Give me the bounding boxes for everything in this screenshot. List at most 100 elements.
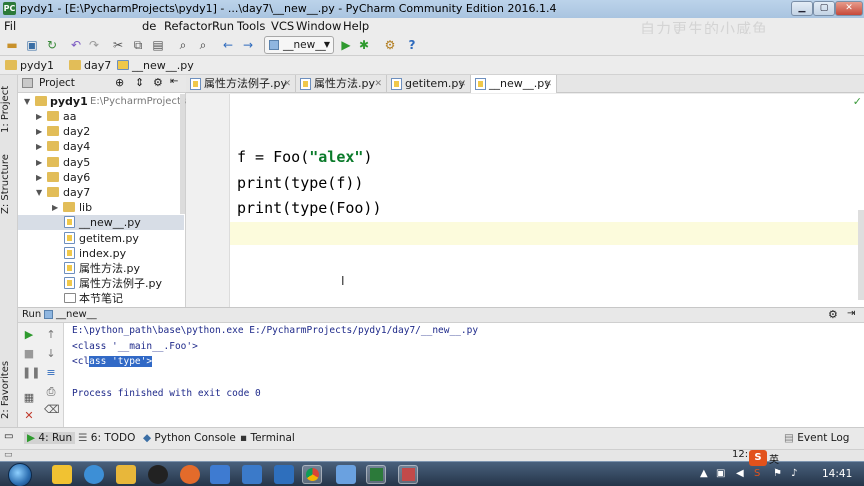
ime-language[interactable]: 英: [769, 451, 779, 466]
replace-icon[interactable]: ⌕: [195, 37, 211, 53]
tree-item-9[interactable]: index.py: [18, 246, 184, 261]
open-folder-icon[interactable]: ▬: [4, 37, 20, 53]
close-window-button[interactable]: ✕: [835, 1, 863, 16]
back-icon[interactable]: ←: [220, 37, 236, 53]
close-icon[interactable]: ✕: [283, 75, 291, 93]
toggle-tool-windows-icon[interactable]: ▭: [4, 431, 13, 442]
close-run-icon[interactable]: ✕: [22, 409, 36, 423]
tray-network-icon[interactable]: ▣: [716, 468, 725, 479]
taskbar-app-1[interactable]: [52, 465, 72, 484]
run-configuration-select[interactable]: __new__ ▼: [264, 36, 334, 54]
menu-window[interactable]: Window: [296, 19, 341, 33]
tree-item-11[interactable]: 属性方法例子.py: [18, 276, 184, 291]
minimize-button[interactable]: ▁: [791, 1, 813, 16]
code-editor[interactable]: f = Foo("alex") print(type(f)) print(typ…: [186, 94, 864, 307]
run-icon[interactable]: ▶: [338, 37, 354, 53]
forward-icon[interactable]: →: [240, 37, 256, 53]
tab-run[interactable]: ▶ 4: Run: [24, 432, 76, 444]
layout-icon[interactable]: ▦: [22, 391, 36, 405]
settings-icon[interactable]: ⚙: [828, 308, 838, 321]
taskbar-chrome[interactable]: [302, 465, 322, 484]
breadcrumb-pydy1[interactable]: pydy1: [2, 58, 60, 73]
stop-icon[interactable]: ■: [22, 347, 36, 361]
structure-tool-tab[interactable]: Z: Structure: [0, 149, 18, 219]
undo-icon[interactable]: ↶: [68, 37, 84, 53]
tree-item-6[interactable]: ▶ lib: [18, 200, 184, 215]
rerun-icon[interactable]: ▶: [22, 328, 36, 342]
tab-getitem[interactable]: getitem.py ✕: [387, 75, 471, 93]
breadcrumb-file[interactable]: __new__.py: [114, 58, 200, 73]
close-icon[interactable]: ✕: [544, 75, 552, 93]
tree-item-8[interactable]: getitem.py: [18, 231, 184, 246]
tab-terminal[interactable]: ▪ Terminal: [240, 432, 295, 444]
editor-scrollbar[interactable]: [858, 210, 864, 300]
soft-wrap-icon[interactable]: ≡: [44, 366, 58, 380]
taskbar-app-7[interactable]: [242, 465, 262, 484]
tree-item-3[interactable]: ▶ day5: [18, 155, 184, 170]
caret-position[interactable]: 12:: [732, 449, 748, 460]
close-icon[interactable]: ✕: [374, 75, 382, 93]
tray-volume-icon[interactable]: ◀: [736, 468, 744, 479]
project-scrollbar[interactable]: [180, 94, 185, 214]
tab-new[interactable]: __new__.py ✕: [471, 75, 557, 93]
favorites-tool-tab[interactable]: 2: Favorites: [0, 357, 18, 423]
cut-icon[interactable]: ✂: [110, 37, 126, 53]
help-icon[interactable]: ?: [404, 37, 420, 53]
find-icon[interactable]: ⌕: [175, 37, 191, 53]
chevron-right-icon[interactable]: ▶: [36, 124, 44, 139]
menu-run[interactable]: Run: [212, 19, 234, 33]
taskbar-browser-ie[interactable]: [84, 465, 104, 484]
clear-icon[interactable]: ⌫: [44, 403, 60, 417]
scroll-down-icon[interactable]: ↓: [44, 347, 58, 361]
chevron-right-icon[interactable]: ▶: [52, 200, 60, 215]
taskbar-app-10[interactable]: [336, 465, 356, 484]
menu-file[interactable]: Fil: [4, 19, 16, 33]
run-config-tab[interactable]: __new__: [56, 309, 97, 320]
tab-todo[interactable]: ☰ 6: TODO: [78, 432, 135, 444]
menu-code[interactable]: de: [142, 19, 156, 33]
taskbar-app-8[interactable]: [274, 465, 294, 484]
sogou-ime-icon[interactable]: S: [749, 450, 767, 466]
chevron-right-icon[interactable]: ▶: [36, 109, 44, 124]
run-console[interactable]: ▶ ↑ ■ ↓ ❚❚ ≡ ⎙ ▦ ⌫ ✕ E:\python_path\base…: [18, 323, 864, 427]
taskbar-qq[interactable]: [148, 465, 168, 484]
save-all-icon[interactable]: ▣: [24, 37, 40, 53]
tree-item-4[interactable]: ▶ day6: [18, 170, 184, 185]
menu-help[interactable]: Help: [343, 19, 369, 33]
tab-attr-method[interactable]: 属性方法.py ✕: [296, 75, 387, 93]
taskbar-app-6[interactable]: [210, 465, 230, 484]
paste-icon[interactable]: ▤: [150, 37, 166, 53]
breadcrumb-day7[interactable]: day7: [66, 58, 117, 73]
tree-item-12[interactable]: 本节笔记: [18, 291, 184, 306]
event-log-button[interactable]: ▤ Event Log: [784, 432, 849, 444]
settings-icon[interactable]: ⚙: [382, 37, 398, 53]
tab-python-console[interactable]: ◆ Python Console: [143, 432, 236, 444]
tree-item-1[interactable]: ▶ day2: [18, 124, 184, 139]
taskbar-explorer[interactable]: [116, 465, 136, 484]
project-view-select[interactable]: Project: [39, 77, 75, 89]
tray-flag-icon[interactable]: ⚑: [773, 468, 782, 479]
tree-root[interactable]: ▼ pydy1 E:\PycharmProjects\py: [18, 94, 202, 109]
tray-speaker-icon[interactable]: ♪: [791, 468, 797, 479]
sync-scroll-icon[interactable]: ⊕: [115, 76, 124, 89]
project-tool-tab[interactable]: 1: Project: [0, 79, 18, 139]
chevron-right-icon[interactable]: ▶: [36, 170, 44, 185]
windows-start-button[interactable]: [8, 463, 32, 486]
taskbar-clock[interactable]: 14:41: [822, 468, 852, 480]
chevron-right-icon[interactable]: ▶: [36, 139, 44, 154]
menu-refactor[interactable]: Refactor: [164, 19, 212, 33]
hide-panel-icon[interactable]: ⇤: [170, 76, 178, 87]
tree-item-10[interactable]: 属性方法.py: [18, 261, 184, 276]
tray-ime-icon[interactable]: S: [754, 468, 760, 479]
pause-icon[interactable]: ❚❚: [22, 366, 40, 380]
taskbar-pycharm[interactable]: [366, 465, 386, 484]
chevron-right-icon[interactable]: ▶: [36, 155, 44, 170]
tree-item-2[interactable]: ▶ day4: [18, 139, 184, 154]
tab-attr-example[interactable]: 属性方法例子.py ✕: [186, 75, 296, 93]
debug-icon[interactable]: ✱: [356, 37, 372, 53]
taskbar-firefox[interactable]: [180, 465, 200, 484]
hide-panel-icon[interactable]: ⇥: [847, 308, 855, 319]
tree-item-0[interactable]: ▶ aa: [18, 109, 184, 124]
sync-icon[interactable]: ↻: [44, 37, 60, 53]
tray-expand-icon[interactable]: ▲: [700, 468, 708, 479]
